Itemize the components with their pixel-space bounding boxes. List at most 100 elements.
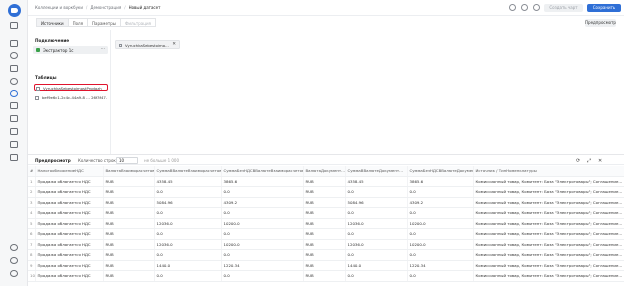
table-cell[interactable]: 0.0 xyxy=(154,270,222,282)
column-header[interactable]: СуммаВВалютеДокумент… xyxy=(345,166,408,177)
table-cell[interactable]: 12036.0 xyxy=(345,218,408,229)
table-cell[interactable]: RUB xyxy=(303,270,346,282)
settings-icon[interactable] xyxy=(10,270,18,277)
table-cell[interactable]: 10200.0 xyxy=(221,218,304,229)
create-chart-button[interactable]: Создать чарт xyxy=(544,4,583,12)
table-cell[interactable]: 0.0 xyxy=(345,186,408,198)
table-cell[interactable]: 0.0 xyxy=(407,207,474,219)
table-cell[interactable]: Продажа облагается НДС xyxy=(35,186,104,198)
table-cell[interactable]: Продажа облагается НДС xyxy=(35,207,104,219)
table-cell[interactable]: RUB xyxy=(103,186,155,198)
table-cell[interactable]: 0.0 xyxy=(221,270,304,282)
table-cell[interactable]: Комиссионный товар, Комитент: База "Элек… xyxy=(473,207,624,219)
canvas-table-chip[interactable]: VyruchkaSebestoimo… ✕ xyxy=(115,40,180,49)
tab-fields[interactable]: Поля xyxy=(67,18,88,27)
more-options-icon[interactable]: ··· xyxy=(101,47,105,52)
table-item[interactable]: bef9e6c1-2c4c-44a9-8 … 26f3f47… xyxy=(34,94,108,101)
table-cell[interactable]: Продажа облагается НДС xyxy=(35,176,104,187)
collections-icon[interactable] xyxy=(10,40,18,47)
table-cell[interactable]: 0.0 xyxy=(345,228,408,240)
table-cell[interactable]: 1440.0 xyxy=(345,260,408,271)
table-cell[interactable]: 12036.0 xyxy=(345,239,408,250)
notifications-icon[interactable] xyxy=(10,244,18,251)
table-cell[interactable]: Продажа облагается НДС xyxy=(35,197,104,208)
breadcrumb-item[interactable]: Коллекции и воркбуки xyxy=(35,5,83,10)
row-count-input[interactable]: 10 xyxy=(116,157,138,164)
connection-item[interactable]: Экстрактор 1с ··· xyxy=(33,46,108,54)
table-cell[interactable]: 10200.0 xyxy=(221,239,304,250)
table-cell[interactable]: RUB xyxy=(303,207,346,219)
refresh-icon[interactable]: ⟳ xyxy=(576,158,580,164)
table-cell[interactable]: Продажа облагается НДС xyxy=(35,239,104,250)
table-cell[interactable]: RUB xyxy=(303,197,346,208)
table-cell[interactable]: 12036.0 xyxy=(154,218,222,229)
reports-icon[interactable] xyxy=(10,102,18,109)
table-cell[interactable]: Продажа облагается НДС xyxy=(35,249,104,261)
table-cell[interactable]: RUB xyxy=(103,260,155,271)
datasets-icon[interactable] xyxy=(10,90,18,97)
table-cell[interactable]: 3865.6 xyxy=(221,176,304,187)
table-cell[interactable]: 0.0 xyxy=(407,186,474,198)
table-cell[interactable]: Комиссионный товар, Комитент: База "Элек… xyxy=(473,176,624,187)
folder-icon[interactable] xyxy=(10,128,18,135)
table-cell[interactable]: 5084.96 xyxy=(154,197,222,208)
table-cell[interactable]: RUB xyxy=(103,239,155,250)
table-cell[interactable]: 0.0 xyxy=(221,207,304,219)
table-item-selected[interactable]: VyruchkaSebestoimostProdazh xyxy=(34,84,108,91)
table-cell[interactable]: Продажа облагается НДС xyxy=(35,218,104,229)
table-cell[interactable]: 0.0 xyxy=(154,228,222,240)
column-header[interactable]: Источник / ТипНоменклатуры xyxy=(473,166,624,177)
table-cell[interactable]: 0.0 xyxy=(221,249,304,261)
table-cell[interactable]: Комиссионный товар, Комитент: База "Элек… xyxy=(473,186,624,198)
table-cell[interactable]: RUB xyxy=(103,228,155,240)
preview-toggle-button[interactable]: Предпросмотр xyxy=(585,19,616,27)
redo-icon[interactable] xyxy=(521,4,528,11)
table-cell[interactable]: RUB xyxy=(103,270,155,282)
table-cell[interactable]: Комиссионный товар, Комитент: База "Элек… xyxy=(473,239,624,250)
table-cell[interactable]: 1220.34 xyxy=(221,260,304,271)
table-cell[interactable]: RUB xyxy=(303,239,346,250)
table-cell[interactable]: 4358.45 xyxy=(154,176,222,187)
table-cell[interactable]: RUB xyxy=(303,249,346,261)
table-cell[interactable]: 0.0 xyxy=(407,270,474,282)
column-header[interactable]: ВалютаДокумент… xyxy=(303,166,346,177)
gear-icon[interactable] xyxy=(533,4,540,11)
app-logo-icon[interactable] xyxy=(8,4,21,17)
table-cell[interactable]: Комиссионный товар, Комитент: База "Элек… xyxy=(473,260,624,271)
table-cell[interactable]: 0.0 xyxy=(407,228,474,240)
table-cell[interactable]: Комиссионный товар, Комитент: База "Элек… xyxy=(473,228,624,240)
column-header[interactable]: СуммаВВалютеВзаиморасчетов xyxy=(154,166,222,177)
tab-parameters[interactable]: Параметры xyxy=(86,18,121,27)
save-button[interactable]: Сохранить xyxy=(587,4,621,12)
dashboards-icon[interactable] xyxy=(10,115,18,122)
close-icon[interactable]: ✕ xyxy=(598,158,602,164)
table-cell[interactable]: 1220.34 xyxy=(407,260,474,271)
table-cell[interactable]: RUB xyxy=(303,186,346,198)
table-cell[interactable]: Комиссионный товар, Комитент: База "Элек… xyxy=(473,270,624,282)
tools-icon[interactable] xyxy=(10,141,18,148)
table-cell[interactable]: Продажа облагается НДС xyxy=(35,228,104,240)
table-cell[interactable]: 0.0 xyxy=(407,249,474,261)
table-cell[interactable]: Комиссионный товар, Комитент: База "Элек… xyxy=(473,197,624,208)
table-cell[interactable]: RUB xyxy=(103,249,155,261)
expand-icon[interactable]: ⤢ xyxy=(587,158,591,164)
column-header[interactable]: НалогообложениеНДС xyxy=(35,166,104,177)
table-cell[interactable]: Продажа облагается НДС xyxy=(35,260,104,271)
column-header[interactable]: СуммаБезНДСВВалютеВзаиморасчетов xyxy=(221,166,304,177)
table-cell[interactable]: 0.0 xyxy=(221,186,304,198)
tab-sources[interactable]: Источники xyxy=(36,18,69,27)
lightbulb-icon[interactable] xyxy=(10,78,18,85)
column-header[interactable]: ВалютаВзаиморасчетов xyxy=(103,166,155,177)
table-cell[interactable]: 4309.2 xyxy=(221,197,304,208)
table-cell[interactable]: RUB xyxy=(303,260,346,271)
table-cell[interactable]: Продажа облагается НДС xyxy=(35,270,104,282)
help-icon[interactable] xyxy=(10,257,18,264)
table-cell[interactable]: RUB xyxy=(303,218,346,229)
table-cell[interactable]: 0.0 xyxy=(345,207,408,219)
table-cell[interactable]: 4358.45 xyxy=(345,176,408,187)
table-cell[interactable]: 0.0 xyxy=(154,207,222,219)
table-cell[interactable]: RUB xyxy=(103,197,155,208)
table-cell[interactable]: 0.0 xyxy=(345,249,408,261)
table-cell[interactable]: Комиссионный товар, Комитент: База "Элек… xyxy=(473,218,624,229)
connections-icon[interactable] xyxy=(10,52,18,59)
